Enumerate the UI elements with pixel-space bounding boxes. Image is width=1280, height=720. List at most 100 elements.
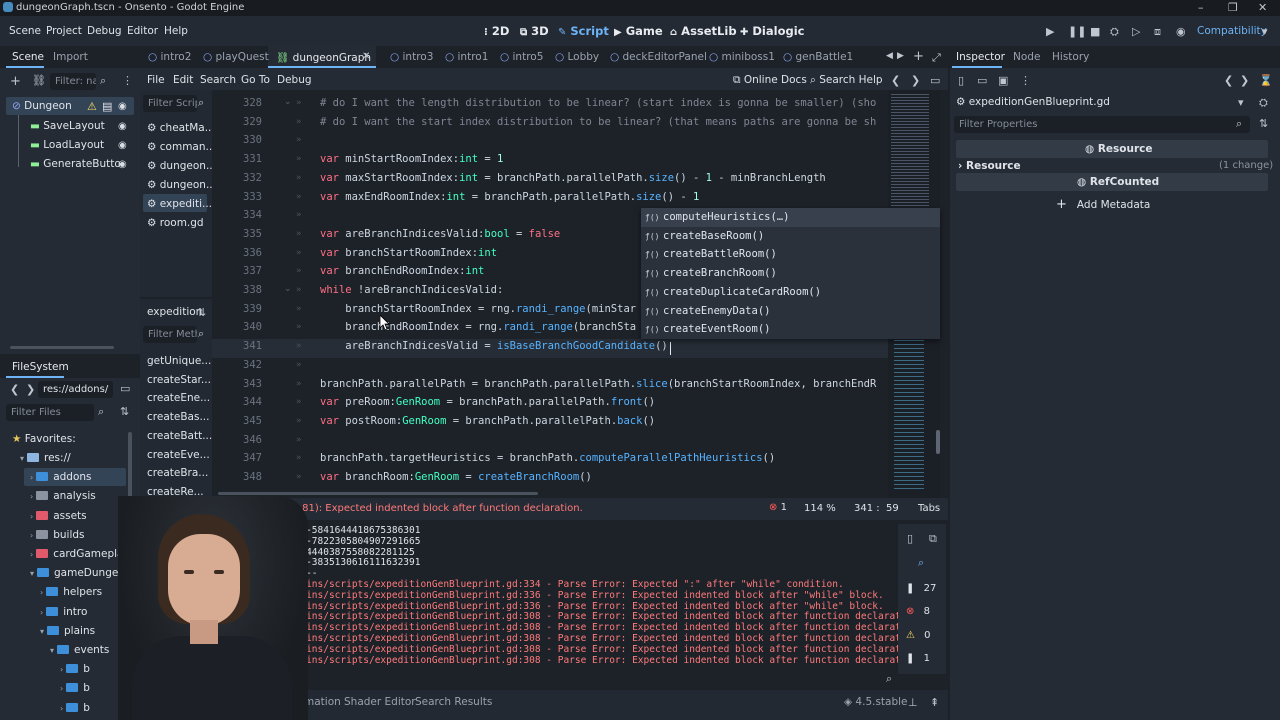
code-line[interactable]: 331 » var minStartRoomIndex:int = 1 bbox=[212, 151, 888, 170]
add-node-icon[interactable]: + bbox=[10, 74, 21, 89]
filesystem-folder[interactable]: › assets bbox=[30, 510, 87, 522]
tabs-scroll-right-icon[interactable]: ▶ bbox=[897, 51, 904, 61]
filter-scripts-search-icon[interactable]: ⌕ bbox=[198, 96, 204, 110]
tab-filesystem[interactable]: FileSystem bbox=[12, 361, 69, 373]
movie-icon[interactable]: ◉ bbox=[1176, 25, 1186, 38]
stop-icon[interactable]: ■ bbox=[1090, 25, 1100, 38]
workspace-dialogic[interactable]: ✚ Dialogic bbox=[740, 24, 804, 38]
script-menu-goto[interactable]: Go To bbox=[241, 74, 270, 86]
resource-section-toggle[interactable]: › Resource bbox=[958, 160, 1021, 172]
method-list-item[interactable]: createEve... bbox=[147, 449, 210, 461]
script-list-item[interactable]: ⚙ dungeon... bbox=[147, 179, 216, 191]
filesystem-folder[interactable]: › b bbox=[60, 702, 90, 714]
workspace-assetlib[interactable]: ⌂ AssetLib bbox=[670, 24, 737, 38]
add-metadata-button[interactable]: + Add Metadata bbox=[1056, 197, 1150, 212]
code-line[interactable]: 343 » branchPath.parallelPath = branchPath… bbox=[212, 376, 888, 395]
history-forward-icon[interactable]: ❯ bbox=[911, 74, 920, 87]
script-list-item[interactable]: ⚙ dungeon... bbox=[147, 160, 216, 172]
history-back-icon[interactable]: ❮ bbox=[891, 74, 900, 87]
code-line[interactable]: 346 » bbox=[212, 432, 888, 451]
script-attached-icon[interactable]: ▤ bbox=[102, 100, 112, 113]
autocomplete-option[interactable]: ƒ() createBranchRoom() bbox=[645, 267, 777, 279]
autocomplete-option[interactable]: ƒ() createEventRoom() bbox=[645, 323, 770, 335]
code-hscrollbar[interactable] bbox=[218, 492, 538, 495]
errors-filter[interactable]: ⊗ 8 bbox=[906, 606, 930, 617]
scene-hscrollbar[interactable] bbox=[10, 346, 114, 349]
scene-node-generatebutton[interactable]: ▬ GenerateButto bbox=[30, 158, 121, 170]
script-list-item[interactable]: ⚙ expediti... bbox=[147, 198, 212, 210]
menu-project[interactable]: Project bbox=[46, 25, 82, 37]
filter-properties-search-icon[interactable]: ⌕ bbox=[1236, 117, 1242, 131]
editor-tab[interactable]: ○ playQuest bbox=[203, 51, 269, 63]
tab-history[interactable]: History bbox=[1052, 51, 1089, 63]
filesystem-folder[interactable]: ▾ plains bbox=[40, 625, 95, 637]
method-list-item[interactable]: createEne... bbox=[147, 392, 210, 404]
filesystem-folder[interactable]: › b bbox=[60, 663, 90, 675]
workspace-3d[interactable]: ⧉ 3D bbox=[520, 24, 549, 38]
maximize-icon[interactable]: ❐ bbox=[1228, 1, 1238, 14]
forward-arrow-icon[interactable]: ❯ bbox=[26, 383, 35, 396]
filesystem-folder[interactable]: ▾ res:// bbox=[20, 452, 71, 464]
filesystem-folder[interactable]: › intro bbox=[40, 606, 87, 618]
autocomplete-option[interactable]: ƒ() createEnemyData() bbox=[645, 305, 770, 317]
tab-scene[interactable]: Scene bbox=[12, 51, 44, 63]
split-view-icon[interactable]: ▭ bbox=[120, 382, 130, 395]
sort-members-icon[interactable]: ⇅ bbox=[197, 306, 206, 319]
load-resource-icon[interactable]: ▭ bbox=[977, 74, 987, 87]
distraction-free-icon[interactable]: ⤢ bbox=[932, 51, 941, 65]
back-arrow-icon[interactable]: ❮ bbox=[10, 383, 19, 396]
online-docs-button[interactable]: ⧉ Online Docs bbox=[733, 74, 807, 87]
code-line[interactable]: 347 » branchPath.targetHeuristics = branch… bbox=[212, 450, 888, 469]
menu-scene[interactable]: Scene bbox=[9, 25, 41, 37]
tabs-scroll-left-icon[interactable]: ◀ bbox=[886, 51, 893, 61]
play-scene-icon[interactable]: ▷ bbox=[1132, 25, 1140, 38]
tab-inspector[interactable]: Inspector bbox=[956, 51, 1005, 63]
scene-search-icon[interactable]: ⌕ bbox=[100, 74, 106, 88]
tab-import[interactable]: Import bbox=[53, 51, 88, 63]
favorites-row[interactable]: ★ Favorites: bbox=[12, 433, 76, 445]
zoom-level[interactable]: 114 % bbox=[804, 503, 836, 514]
method-list-item[interactable]: getUnique... bbox=[147, 355, 211, 367]
clear-output-icon[interactable]: ▯ bbox=[907, 532, 913, 545]
inspector-more-icon[interactable]: ⋮ bbox=[1020, 74, 1031, 87]
toggle-panel-icon[interactable]: ▭ bbox=[930, 74, 940, 87]
method-list-item[interactable]: createStar... bbox=[147, 374, 211, 386]
editor-tab[interactable]: ○ genBattle1 bbox=[783, 51, 853, 63]
minimize-icon[interactable]: – bbox=[1198, 1, 1204, 14]
code-line[interactable]: 348 » var branchRoom:GenRoom = createBranc… bbox=[212, 469, 888, 488]
toggle-search-icon[interactable]: ⌕ bbox=[918, 556, 924, 570]
autocomplete-option[interactable]: ƒ() computeHeuristics(…) bbox=[645, 211, 789, 223]
autocomplete-option[interactable]: ƒ() createDuplicateCardRoom() bbox=[645, 286, 821, 298]
menu-debug[interactable]: Debug bbox=[87, 25, 122, 37]
filter-methods-input[interactable]: Filter Meth bbox=[143, 326, 197, 343]
inspected-resource[interactable]: ⚙ expeditionGenBlueprint.gd bbox=[956, 96, 1110, 108]
info-filter[interactable]: ❚ 1 bbox=[906, 653, 930, 664]
scene-filter-input[interactable]: Filter: na bbox=[50, 73, 96, 90]
renderer-chevron-icon[interactable]: ▾ bbox=[1262, 25, 1268, 38]
filesystem-folder[interactable]: › helpers bbox=[40, 586, 102, 598]
script-menu-search[interactable]: Search bbox=[200, 74, 236, 86]
script-list-item[interactable]: ⚙ comman... bbox=[147, 141, 216, 153]
menu-help[interactable]: Help bbox=[164, 25, 188, 37]
script-list-item[interactable]: ⚙ cheatMa... bbox=[147, 122, 215, 134]
sort-icon[interactable]: ⇅ bbox=[120, 405, 129, 418]
editor-tab[interactable]: ○ intro1 bbox=[445, 51, 488, 63]
inspector-back-icon[interactable]: ❮ bbox=[1224, 74, 1233, 87]
editor-tab[interactable]: ○ intro3 bbox=[390, 51, 433, 63]
filter-properties-options-icon[interactable]: ⇅ bbox=[1259, 117, 1268, 130]
workspace-script[interactable]: ✎ Script bbox=[558, 24, 609, 38]
filesystem-folder[interactable]: ▾ gameDungeon bbox=[30, 567, 131, 579]
code-line[interactable]: 342 » bbox=[212, 357, 888, 376]
method-list-item[interactable]: createBas... bbox=[147, 411, 209, 423]
code-line[interactable]: 333 » var maxEndRoomIndex:int = branchPath… bbox=[212, 189, 888, 208]
indent-mode[interactable]: Tabs bbox=[918, 503, 940, 514]
scene-node-savelayout[interactable]: ▬ SaveLayout bbox=[30, 120, 105, 132]
play-custom-icon[interactable]: ⧈ bbox=[1154, 25, 1161, 39]
renderer-select[interactable]: Compatibility bbox=[1197, 25, 1267, 37]
inspector-forward-icon[interactable]: ❯ bbox=[1240, 74, 1249, 87]
filter-scripts-input[interactable]: Filter Script bbox=[143, 95, 197, 112]
copy-output-icon[interactable]: ⧉ bbox=[929, 532, 937, 546]
script-list-item[interactable]: ⚙ room.gd bbox=[147, 217, 204, 229]
resource-tools-icon[interactable]: ⛭ bbox=[1259, 96, 1268, 110]
warnings-filter[interactable]: ⚠ 0 bbox=[906, 630, 931, 641]
